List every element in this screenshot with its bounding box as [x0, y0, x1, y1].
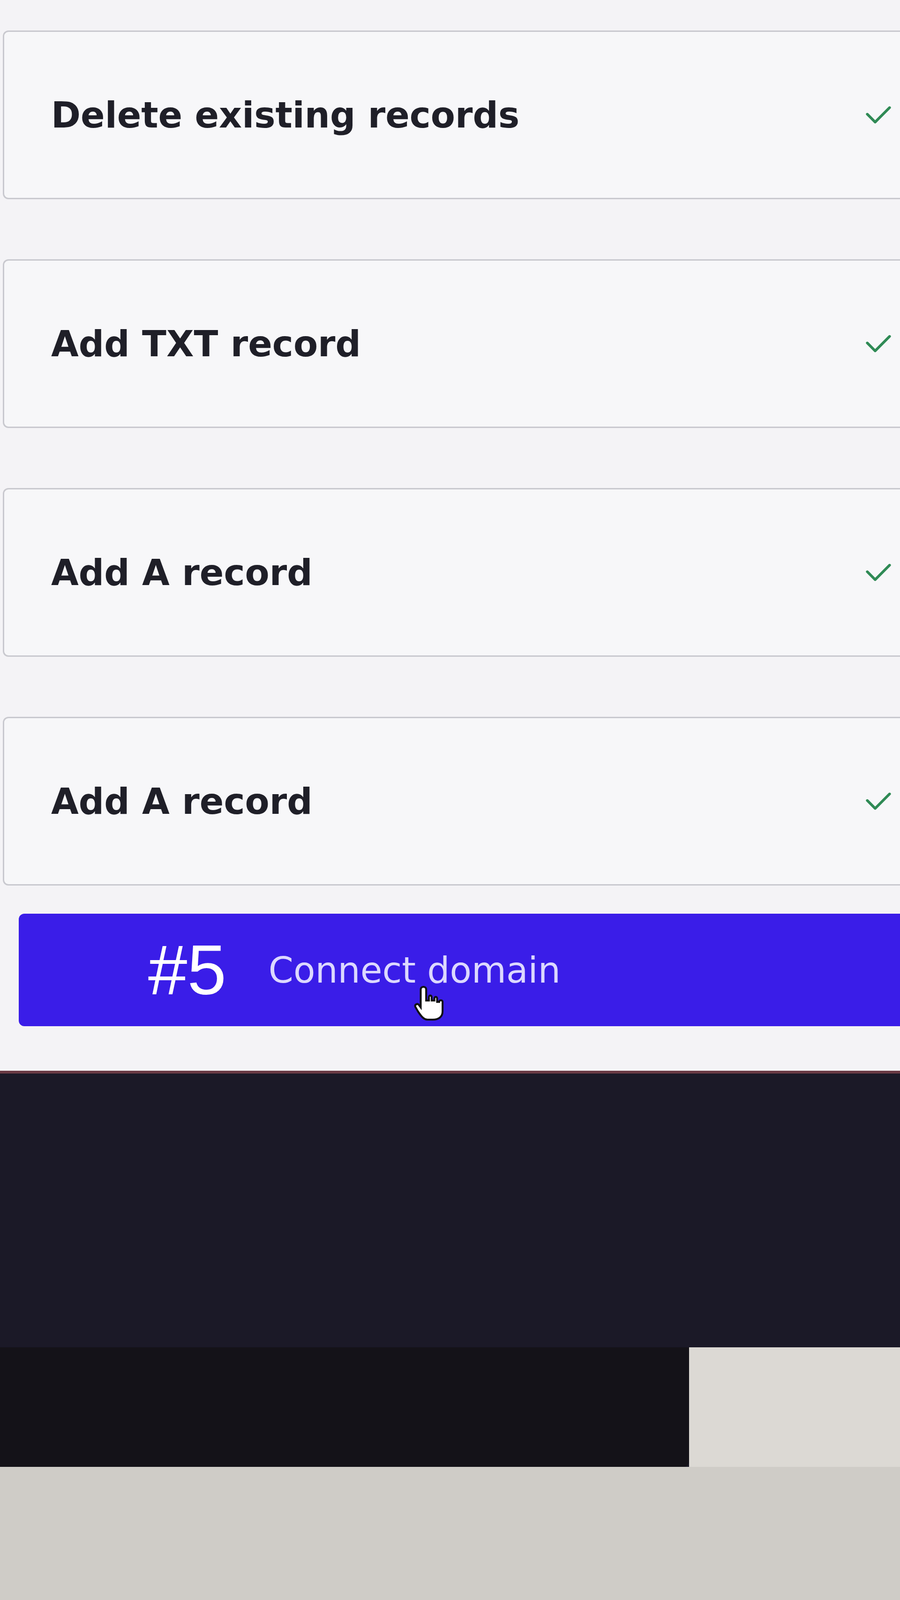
- step-card[interactable]: Add A record: [2, 487, 900, 657]
- desk: [689, 1347, 900, 1467]
- desk-surface: [0, 1466, 900, 1600]
- connect-domain-button[interactable]: #5 Connect domain: [18, 913, 900, 1027]
- checkmark-icon: [865, 562, 892, 583]
- checkmark-icon: [865, 333, 892, 354]
- step-label: Add A record: [51, 780, 313, 823]
- hand-cursor-icon: [412, 983, 446, 1023]
- step-card[interactable]: Add A record: [2, 716, 900, 886]
- monitor-bezel: [0, 1073, 900, 1600]
- photo: Delete existing records Add TXT record A…: [0, 0, 900, 1600]
- step-card[interactable]: Delete existing records: [2, 30, 900, 200]
- step-number-annotation: #5: [148, 929, 227, 1011]
- step-list: Delete existing records Add TXT record A…: [0, 30, 900, 886]
- step-card[interactable]: Add TXT record: [2, 259, 900, 428]
- step-label: Add A record: [51, 551, 313, 594]
- button-label: Connect domain: [268, 949, 561, 991]
- step-label: Delete existing records: [51, 94, 520, 136]
- screen: Delete existing records Add TXT record A…: [0, 0, 900, 1074]
- step-label: Add TXT record: [51, 322, 361, 365]
- checkmark-icon: [865, 105, 892, 125]
- checkmark-icon: [865, 791, 892, 811]
